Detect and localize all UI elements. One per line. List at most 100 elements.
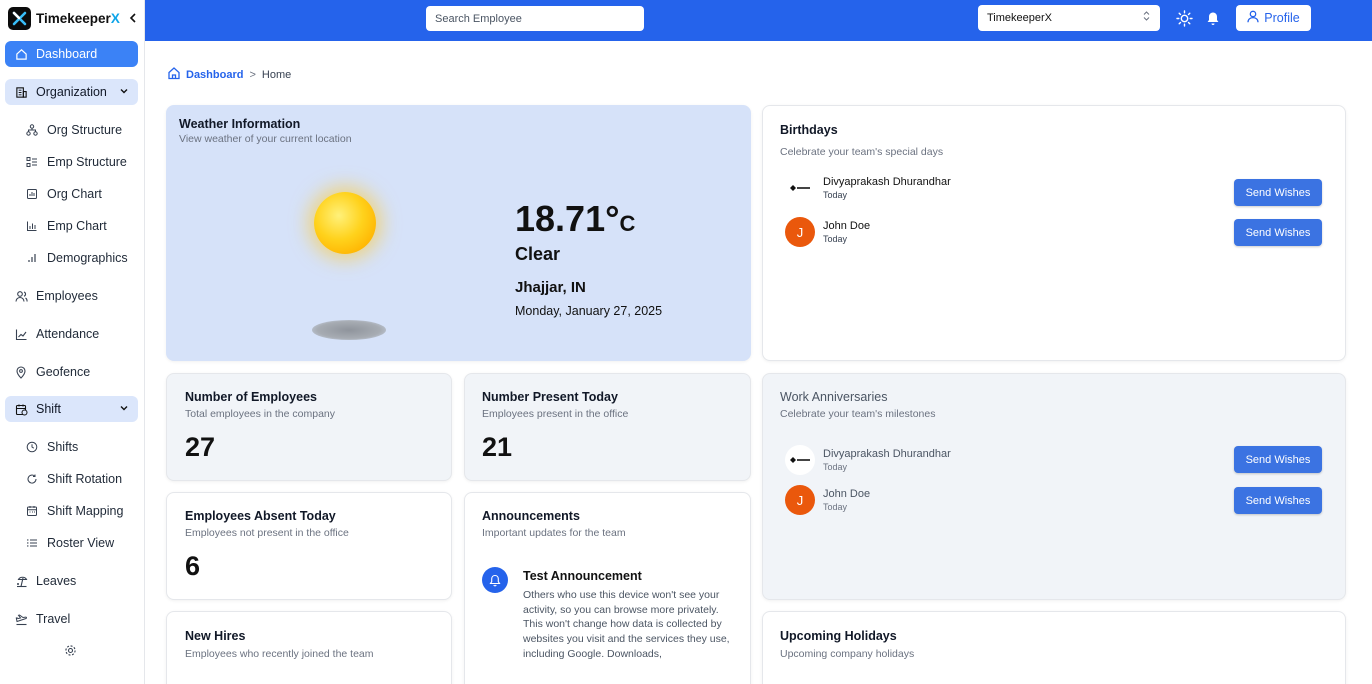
bar-chart-icon — [25, 219, 39, 233]
person-name: Divyaprakash Dhurandhar — [823, 176, 951, 188]
user-icon — [1247, 10, 1259, 26]
sidebar-item-roster-view[interactable]: Roster View — [16, 530, 141, 556]
sidebar-item-geofence[interactable]: Geofence — [5, 359, 138, 385]
sidebar-item-label: Org Chart — [47, 187, 102, 201]
map-pin-icon — [14, 365, 28, 379]
send-wishes-button[interactable]: Send Wishes — [1234, 446, 1322, 473]
building-icon — [14, 85, 28, 99]
announcement-body: Others who use this device won't see you… — [523, 589, 730, 660]
holidays-subtitle: Upcoming company holidays — [780, 648, 915, 660]
announcements-title: Announcements — [482, 509, 580, 523]
new-hires-subtitle: Employees who recently joined the team — [185, 648, 374, 660]
sidebar-item-attendance[interactable]: Attendance — [5, 321, 138, 347]
sidebar-item-employees[interactable]: Employees — [5, 283, 138, 309]
person-date: Today — [823, 462, 848, 472]
sidebar-item-label: Shifts — [47, 440, 79, 454]
profile-button[interactable]: Profile — [1236, 5, 1311, 31]
breadcrumb-separator: > — [249, 68, 256, 81]
employees-count-value: 27 — [185, 432, 216, 462]
sidebar-item-shift-rotation[interactable]: Shift Rotation — [16, 466, 141, 492]
work-anniversaries-card: Work Anniversaries Celebrate your team's… — [762, 373, 1346, 600]
notifications-bell-icon[interactable] — [1206, 11, 1220, 31]
present-count-title: Number Present Today — [482, 390, 618, 404]
new-hires-title: New Hires — [185, 629, 246, 643]
sidebar-item-label: Emp Structure — [47, 155, 127, 169]
send-wishes-button[interactable]: Send Wishes — [1234, 219, 1322, 246]
list-item: Divyaprakash Dhurandhar Today — [785, 445, 951, 475]
person-name: John Doe — [823, 220, 871, 232]
clock-icon — [25, 440, 39, 454]
weather-subtitle: View weather of your current location — [179, 133, 352, 145]
sidebar-item-dashboard[interactable]: Dashboard — [5, 41, 138, 67]
send-wishes-button[interactable]: Send Wishes — [1234, 487, 1322, 514]
sidebar-item-label: Shift Rotation — [47, 472, 123, 486]
sidebar-item-shift[interactable]: Shift — [5, 396, 138, 422]
breadcrumb: Dashboard > Home — [167, 66, 291, 83]
birthdays-title: Birthdays — [780, 123, 838, 137]
sidebar-item-label: Dashboard — [36, 47, 98, 61]
employees-count-title: Number of Employees — [185, 390, 317, 404]
sidebar-item-label: Roster View — [47, 536, 115, 550]
company-logo-avatar — [785, 173, 815, 203]
send-wishes-button[interactable]: Send Wishes — [1234, 179, 1322, 206]
sidebar-item-label: Demographics — [47, 251, 128, 265]
app-name: TimekeeperX — [36, 11, 120, 26]
upcoming-holidays-card: Upcoming Holidays Upcoming company holid… — [762, 611, 1346, 684]
anniversaries-subtitle: Celebrate your team's milestones — [780, 408, 936, 420]
weather-title: Weather Information — [179, 117, 301, 131]
sidebar-item-organization[interactable]: Organization — [5, 79, 138, 105]
new-hires-card: New Hires Employees who recently joined … — [166, 611, 452, 684]
calendar-clock-icon — [14, 402, 28, 416]
sidebar-item-label: Employees — [36, 289, 98, 303]
chevron-down-icon — [119, 402, 129, 416]
holidays-title: Upcoming Holidays — [780, 629, 897, 643]
announcement-title: Test Announcement — [523, 569, 642, 583]
sidebar-item-shifts[interactable]: Shifts — [16, 434, 141, 460]
organization-select-value: TimekeeperX — [987, 12, 1053, 24]
person-date: Today — [823, 502, 848, 512]
select-caret-icon — [1143, 10, 1150, 23]
sidebar-item-org-chart[interactable]: Org Chart — [16, 181, 141, 207]
beach-icon — [14, 574, 28, 588]
brand: TimekeeperX — [0, 0, 144, 37]
list-tree-icon — [25, 155, 39, 169]
users-icon — [14, 289, 28, 303]
weather-date: Monday, January 27, 2025 — [515, 304, 663, 318]
present-count-card: Number Present Today Employees present i… — [464, 373, 751, 481]
search-employee-input[interactable] — [426, 6, 644, 31]
organization-select[interactable]: TimekeeperX — [978, 5, 1160, 31]
topbar: TimekeeperX Profile — [145, 0, 1372, 41]
sidebar-item-demographics[interactable]: Demographics — [16, 245, 141, 271]
profile-label: Profile — [1264, 11, 1300, 25]
sidebar-item-leaves[interactable]: Leaves — [5, 568, 138, 594]
settings-gear-icon[interactable] — [64, 644, 77, 662]
absent-count-card: Employees Absent Today Employees not pre… — [166, 492, 452, 600]
sidebar-item-travel[interactable]: Travel — [5, 606, 138, 632]
sidebar-item-emp-structure[interactable]: Emp Structure — [16, 149, 141, 175]
person-date: Today — [823, 190, 848, 200]
sidebar: TimekeeperX Dashboard Organization Org S… — [0, 0, 145, 684]
signal-icon — [25, 251, 39, 265]
person-name: Divyaprakash Dhurandhar — [823, 448, 951, 460]
sidebar-item-label: Emp Chart — [47, 219, 107, 233]
collapse-sidebar-icon[interactable] — [128, 10, 138, 26]
sun-weather-icon — [314, 192, 376, 254]
theme-toggle-sun-icon[interactable] — [1176, 10, 1193, 32]
sun-shadow — [312, 320, 386, 340]
chart-icon — [25, 187, 39, 201]
list-item: Divyaprakash Dhurandhar Today — [785, 173, 951, 203]
sidebar-item-label: Shift Mapping — [47, 504, 124, 518]
person-name: John Doe — [823, 488, 871, 500]
sidebar-item-label: Travel — [36, 612, 71, 626]
breadcrumb-dashboard-link[interactable]: Dashboard — [186, 69, 243, 81]
list-icon — [25, 536, 39, 550]
avatar: J — [785, 485, 815, 515]
sidebar-item-org-structure[interactable]: Org Structure — [16, 117, 141, 143]
home-icon[interactable] — [167, 66, 181, 83]
sidebar-item-shift-mapping[interactable]: Shift Mapping — [16, 498, 141, 524]
weather-card: Weather Information View weather of your… — [166, 105, 751, 361]
home-icon — [14, 47, 28, 61]
breadcrumb-current: Home — [261, 68, 292, 81]
sidebar-item-emp-chart[interactable]: Emp Chart — [16, 213, 141, 239]
rotate-icon — [25, 472, 39, 486]
